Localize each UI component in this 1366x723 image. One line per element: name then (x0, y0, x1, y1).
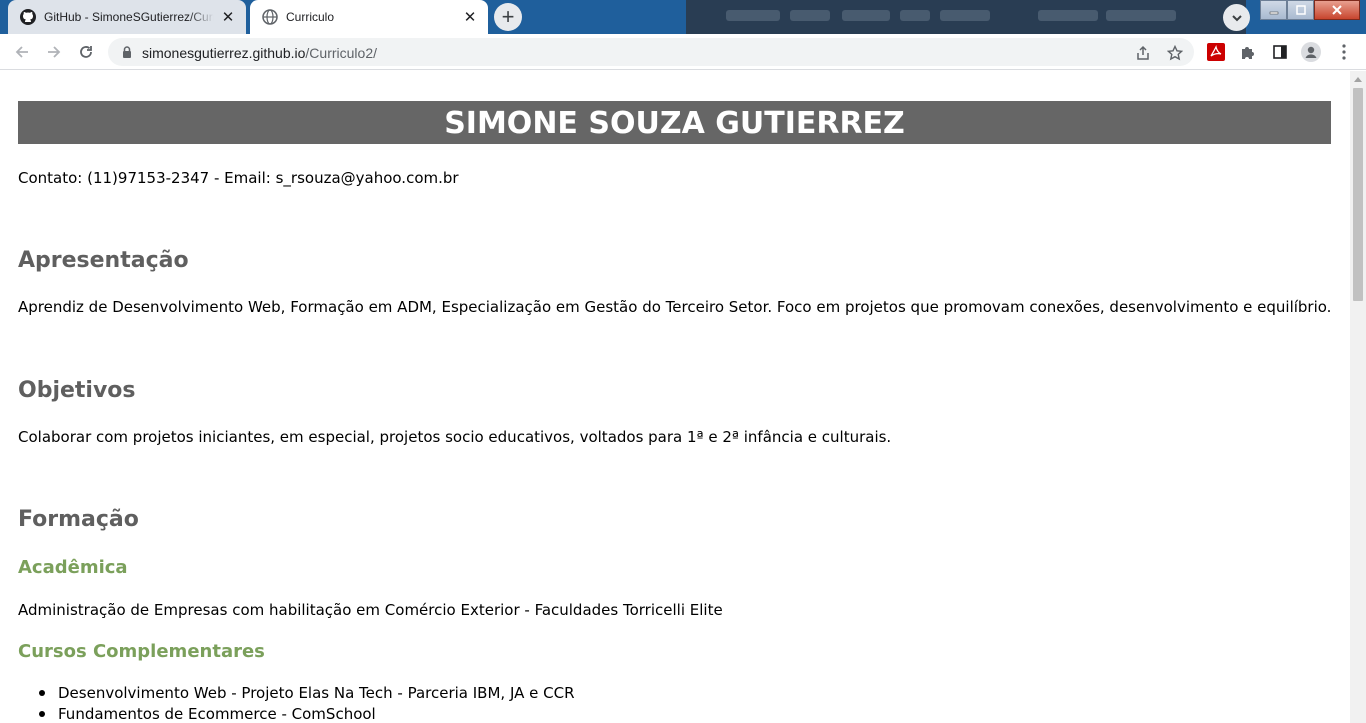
heading-academica: Acadêmica (18, 557, 128, 578)
academica-text: Administração de Empresas com habilitaçã… (18, 601, 723, 619)
contact-info: Contato: (11)97153-2347 - Email: s_rsouz… (18, 169, 459, 187)
maximize-icon (1295, 5, 1306, 15)
blurred-background-window (686, 0, 1246, 34)
page-viewport: SIMONE SOUZA GUTIERREZ Contato: (11)9715… (0, 71, 1350, 723)
minimize-icon (1269, 11, 1278, 15)
github-icon (20, 9, 36, 25)
profile-button[interactable] (1301, 42, 1321, 62)
forward-button[interactable] (41, 39, 67, 65)
list-item: Fundamentos de Ecommerce - ComSchool (39, 704, 575, 723)
tab-strip: GitHub - SimoneSGutierrez/Curriculo2 ✕ C… (0, 0, 1366, 34)
reload-icon (80, 46, 92, 58)
adobe-pdf-icon (1207, 43, 1225, 61)
star-icon (1167, 45, 1183, 61)
heading-objetivos: Objetivos (18, 378, 136, 403)
tab-title: GitHub - SimoneSGutierrez/Curriculo2 (44, 10, 214, 24)
url-host: simonesgutierrez.github.io (142, 45, 306, 61)
apresentacao-text: Aprendiz de Desenvolvimento Web, Formaçã… (18, 298, 1332, 316)
close-tab-icon[interactable]: ✕ (220, 9, 236, 26)
globe-icon (262, 9, 278, 25)
side-panel-icon (1273, 45, 1287, 59)
pdf-extension-button[interactable] (1206, 42, 1226, 62)
puzzle-icon (1242, 47, 1254, 59)
heading-cursos-complementares: Cursos Complementares (18, 641, 265, 662)
chevron-down-icon (1231, 14, 1242, 21)
url-path: /Curriculo2/ (305, 45, 378, 61)
close-icon (1332, 5, 1342, 15)
minimize-button[interactable] (1260, 0, 1287, 20)
scrollbar-thumb[interactable] (1353, 88, 1363, 301)
url-text: simonesgutierrez.github.io/Curriculo2/ (142, 45, 377, 61)
browser-toolbar: simonesgutierrez.github.io/Curriculo2/ (0, 34, 1366, 70)
objetivos-text: Colaborar com projetos iniciantes, em es… (18, 428, 892, 446)
window-controls (1260, 0, 1360, 20)
maximize-button[interactable] (1287, 0, 1314, 20)
reload-button[interactable] (73, 39, 99, 65)
close-window-button[interactable] (1314, 0, 1360, 20)
scroll-up-arrow-icon[interactable] (1350, 73, 1366, 85)
tab-github[interactable]: GitHub - SimoneSGutierrez/Curriculo2 ✕ (8, 0, 246, 34)
heading-formacao: Formação (18, 507, 139, 532)
vertical-scrollbar[interactable] (1350, 71, 1366, 723)
heading-apresentacao: Apresentação (18, 248, 189, 273)
side-panel-button[interactable] (1270, 42, 1290, 62)
tab-curriculo[interactable]: Curriculo ✕ (250, 0, 488, 34)
close-tab-icon[interactable]: ✕ (462, 9, 478, 26)
name-banner: SIMONE SOUZA GUTIERREZ (18, 101, 1331, 144)
tab-search-button[interactable] (1223, 4, 1250, 31)
menu-button[interactable] (1334, 42, 1354, 62)
bookmark-button[interactable] (1166, 44, 1184, 62)
plus-icon: + (501, 4, 515, 29)
kebab-menu-icon (1342, 44, 1346, 60)
address-bar[interactable]: simonesgutierrez.github.io/Curriculo2/ (108, 38, 1194, 66)
cursos-list: Desenvolvimento Web - Projeto Elas Na Te… (39, 683, 575, 723)
new-tab-button[interactable]: + (494, 3, 522, 31)
back-button[interactable] (9, 39, 35, 65)
arrow-right-icon (48, 46, 61, 58)
arrow-left-icon (15, 46, 28, 58)
lock-icon (123, 46, 131, 58)
share-button[interactable] (1134, 44, 1152, 62)
avatar-icon (1301, 42, 1321, 62)
extensions-button[interactable] (1238, 42, 1258, 62)
share-icon (1137, 45, 1149, 60)
list-item: Desenvolvimento Web - Projeto Elas Na Te… (39, 684, 575, 702)
tab-title: Curriculo (286, 10, 335, 24)
